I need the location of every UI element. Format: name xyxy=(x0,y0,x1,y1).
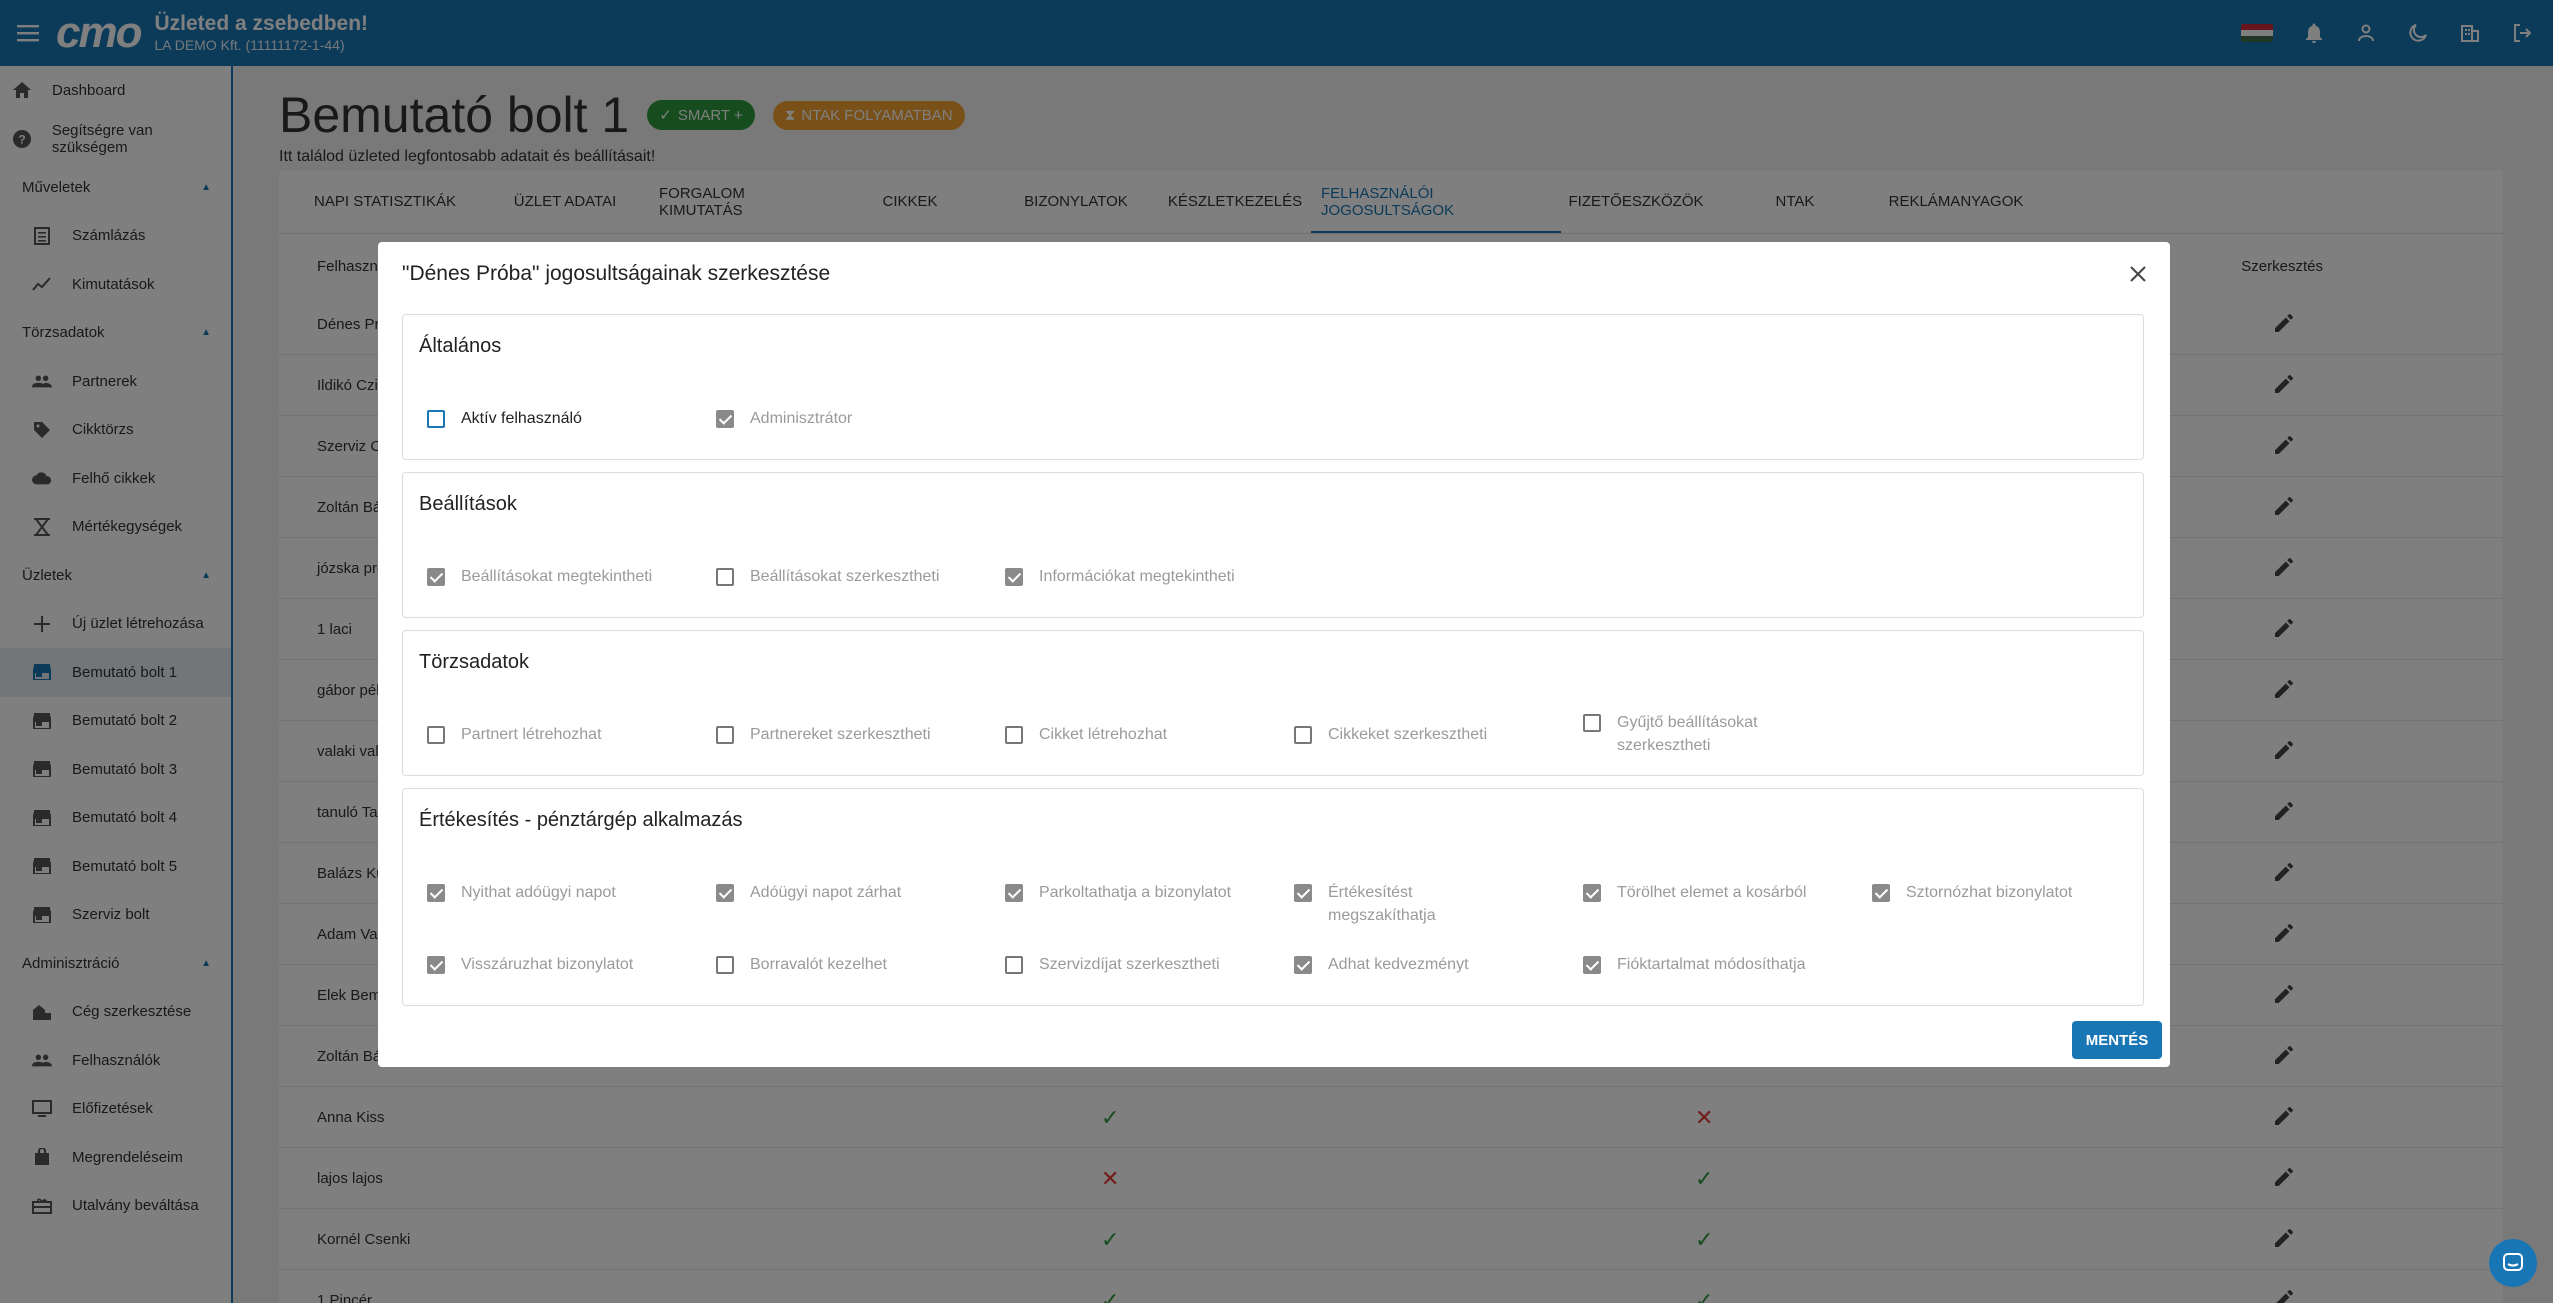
checkbox-label: Aktív felhasználó xyxy=(461,410,582,427)
checkbox-label: Gyűjtő beállításokat szerkesztheti xyxy=(1617,714,1758,755)
checkbox-empty-icon[interactable] xyxy=(1005,956,1023,974)
permission-checkbox[interactable]: Törölhet elemet a kosárból xyxy=(1583,883,1813,904)
permission-checkbox[interactable]: Beállításokat megtekintheti xyxy=(427,567,657,588)
checkbox-checked-icon[interactable] xyxy=(1294,884,1312,902)
permission-checkbox[interactable]: Visszáruzhat bizonylatot xyxy=(427,955,657,976)
checkbox-empty-icon[interactable] xyxy=(716,726,734,744)
permissions-dialog: "Dénes Próba" jogosultságainak szerkeszt… xyxy=(378,242,2170,1067)
permission-checkbox[interactable]: Adhat kedvezményt xyxy=(1294,955,1524,976)
checkbox-checked-icon[interactable] xyxy=(1583,884,1601,902)
section-title: Beállítások xyxy=(419,493,517,515)
checkbox-checked-icon[interactable] xyxy=(716,884,734,902)
checkbox-checked-icon[interactable] xyxy=(1294,956,1312,974)
checkbox-empty-icon[interactable] xyxy=(1294,726,1312,744)
checkbox-label: Adminisztrátor xyxy=(750,410,853,427)
checkbox-checked-icon[interactable] xyxy=(1583,956,1601,974)
checkbox-checked-icon[interactable] xyxy=(427,956,445,974)
checkbox-label: Beállításokat szerkesztheti xyxy=(750,568,940,585)
checkbox-checked-icon[interactable] xyxy=(1005,884,1023,902)
checkbox-label: Törölhet elemet a kosárból xyxy=(1617,884,1807,901)
checkbox-label: Adóügyi napot zárhat xyxy=(750,884,902,901)
permission-checkbox[interactable]: Cikket létrehozhat xyxy=(1005,725,1235,746)
chat-icon[interactable] xyxy=(2489,1239,2537,1287)
permission-checkbox[interactable]: Beállításokat szerkesztheti xyxy=(716,567,946,588)
section-altalanos: Általános Aktív felhasználó Adminisztráto… xyxy=(402,314,2144,460)
permission-checkbox[interactable]: Adminisztrátor xyxy=(716,409,946,430)
checkbox-checked-icon[interactable] xyxy=(1005,568,1023,586)
checkbox-label: Szervizdíjat szerkesztheti xyxy=(1039,956,1220,973)
checkbox-label: Borravalót kezelhet xyxy=(750,956,887,973)
checkbox-checked-icon[interactable] xyxy=(427,568,445,586)
section-title: Általános xyxy=(419,335,502,357)
close-icon[interactable] xyxy=(2124,260,2152,288)
permission-checkbox[interactable]: Cikkeket szerkesztheti xyxy=(1294,725,1524,746)
permission-checkbox[interactable]: Aktív felhasználó xyxy=(427,409,657,430)
permission-checkbox[interactable]: Parkoltathatja a bizonylatot xyxy=(1005,883,1235,904)
checkbox-empty-icon[interactable] xyxy=(716,956,734,974)
section-title: Értékesítés - pénztárgép alkalmazás xyxy=(419,809,743,831)
permission-checkbox[interactable]: Gyűjtő beállításokat szerkesztheti xyxy=(1583,713,1813,757)
checkbox-label: Sztornózhat bizonylatot xyxy=(1906,884,2073,901)
checkbox-label: Partnert létrehozhat xyxy=(461,726,602,743)
save-button[interactable]: MENTÉS xyxy=(2072,1021,2162,1059)
permission-checkbox[interactable]: Fióktartalmat módosíthatja xyxy=(1583,955,1813,976)
checkbox-checked-icon[interactable] xyxy=(716,410,734,428)
checkbox-label: Beállításokat megtekintheti xyxy=(461,568,653,585)
checkbox-checked-icon[interactable] xyxy=(1872,884,1890,902)
checkbox-empty-icon[interactable] xyxy=(716,568,734,586)
checkbox-label: Parkoltathatja a bizonylatot xyxy=(1039,884,1232,901)
checkbox-label: Adhat kedvezményt xyxy=(1328,956,1469,973)
permission-checkbox[interactable]: Értékesítést megszakíthatja xyxy=(1294,883,1524,927)
permission-checkbox[interactable]: Partnert létrehozhat xyxy=(427,725,657,746)
permission-checkbox[interactable]: Adóügyi napot zárhat xyxy=(716,883,946,904)
checkbox-label: Visszáruzhat bizonylatot xyxy=(461,956,634,973)
section-torzsadatok: Törzsadatok Partnert létrehozhat Partnere… xyxy=(402,630,2144,776)
checkbox-empty-icon[interactable] xyxy=(427,410,445,428)
checkbox-label: Fióktartalmat módosíthatja xyxy=(1617,956,1806,973)
checkbox-empty-icon[interactable] xyxy=(427,726,445,744)
permission-checkbox[interactable]: Információkat megtekintheti xyxy=(1005,567,1235,588)
checkbox-label: Nyithat adóügyi napot xyxy=(461,884,616,901)
dialog-title: "Dénes Próba" jogosultságainak szerkeszt… xyxy=(402,262,831,285)
checkbox-label: Cikket létrehozhat xyxy=(1039,726,1168,743)
checkbox-empty-icon[interactable] xyxy=(1583,714,1601,732)
checkbox-label: Értékesítést megszakíthatja xyxy=(1328,884,1436,925)
permission-checkbox[interactable]: Borravalót kezelhet xyxy=(716,955,946,976)
permission-checkbox[interactable]: Szervizdíjat szerkesztheti xyxy=(1005,955,1235,976)
permission-checkbox[interactable]: Partnereket szerkesztheti xyxy=(716,725,946,746)
permission-checkbox[interactable]: Sztornózhat bizonylatot xyxy=(1872,883,2102,904)
section-ertekesites: Értékesítés - pénztárgép alkalmazás Nyit… xyxy=(402,788,2144,1006)
checkbox-empty-icon[interactable] xyxy=(1005,726,1023,744)
checkbox-label: Információkat megtekintheti xyxy=(1039,568,1235,585)
checkbox-checked-icon[interactable] xyxy=(427,884,445,902)
checkbox-label: Partnereket szerkesztheti xyxy=(750,726,931,743)
section-beallitasok: Beállítások Beállításokat megtekintheti B… xyxy=(402,472,2144,618)
checkbox-label: Cikkeket szerkesztheti xyxy=(1328,726,1488,743)
permission-checkbox[interactable]: Nyithat adóügyi napot xyxy=(427,883,657,904)
section-title: Törzsadatok xyxy=(419,651,530,673)
